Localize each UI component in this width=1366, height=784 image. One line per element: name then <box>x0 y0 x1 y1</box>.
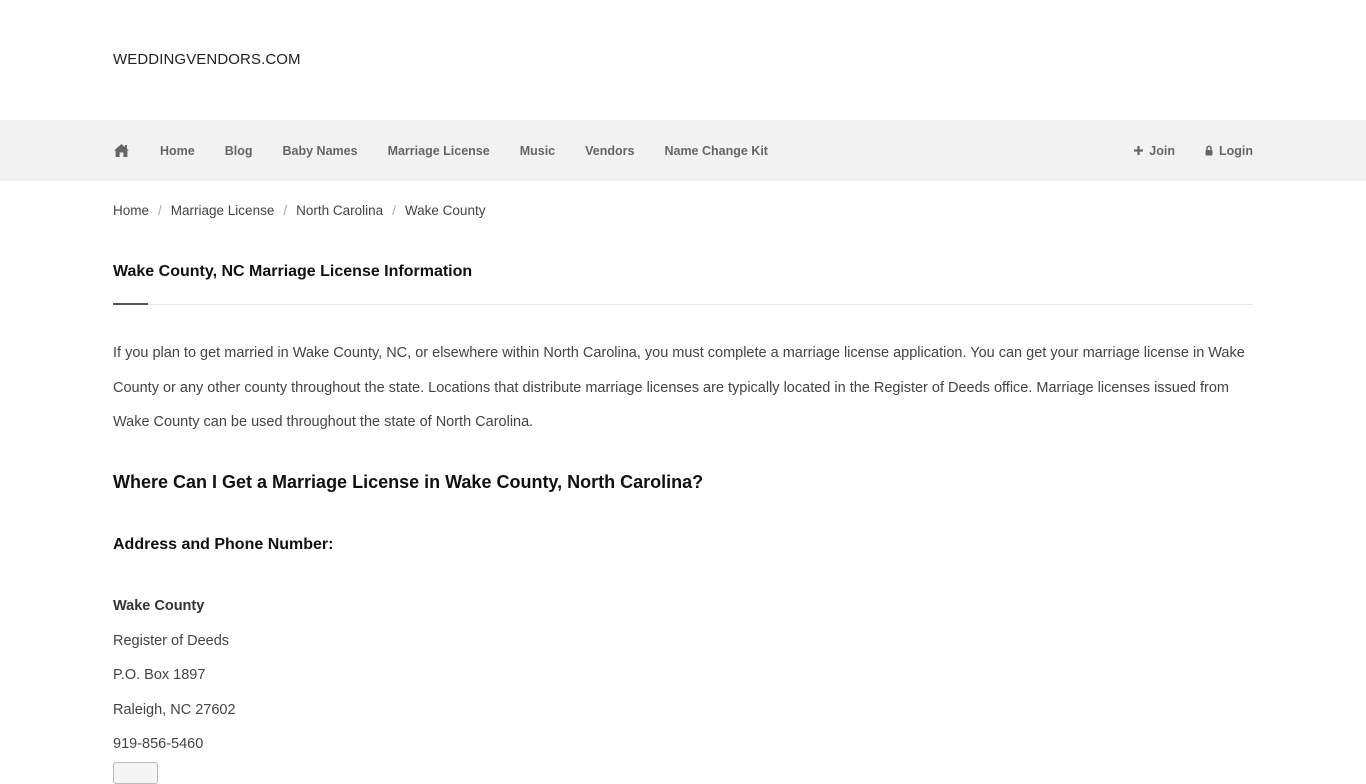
partial-button[interactable] <box>113 762 158 784</box>
home-icon[interactable] <box>113 143 130 158</box>
join-link[interactable]: Join <box>1134 144 1175 158</box>
plus-icon <box>1134 146 1144 155</box>
nav-marriage-license[interactable]: Marriage License <box>388 144 490 158</box>
breadcrumb-separator: / <box>158 203 162 218</box>
address-block: Wake County Register of Deeds P.O. Box 1… <box>113 589 236 762</box>
breadcrumb-marriage-license[interactable]: Marriage License <box>171 203 275 218</box>
login-label: Login <box>1218 143 1253 158</box>
address-office: Register of Deeds <box>113 632 230 649</box>
title-divider <box>113 304 1253 305</box>
address-heading: Address and Phone Number: <box>113 536 334 553</box>
main-navbar: Home Blog Baby Names Marriage License Mu… <box>0 120 1366 181</box>
nav-baby-names[interactable]: Baby Names <box>283 144 358 158</box>
address-phone: 919-856-5460 <box>113 736 204 752</box>
lock-icon <box>1205 145 1213 156</box>
page-title: Wake County, NC Marriage License Informa… <box>113 263 473 280</box>
site-logo[interactable]: WEDDINGVENDORS.COM <box>113 51 301 68</box>
join-label: Join <box>1149 143 1175 158</box>
nav-vendors[interactable]: Vendors <box>585 144 634 158</box>
address-po-box: P.O. Box 1897 <box>113 667 206 683</box>
site-header: WEDDINGVENDORS.COM <box>0 0 1366 120</box>
nav-music[interactable]: Music <box>520 144 555 158</box>
where-heading: Where Can I Get a Marriage License in Wa… <box>113 472 704 492</box>
breadcrumb-separator: / <box>283 203 288 218</box>
nav-left-group: Home Blog Baby Names Marriage License Mu… <box>113 120 798 181</box>
breadcrumb: Home / Marriage License / North Carolina… <box>113 203 485 218</box>
intro-paragraph: If you plan to get married in Wake Count… <box>113 345 1245 430</box>
nav-name-change-kit[interactable]: Name Change Kit <box>664 144 768 158</box>
title-accent-bar <box>113 303 148 305</box>
address-county: Wake County <box>113 598 205 614</box>
login-link[interactable]: Login <box>1205 144 1253 158</box>
breadcrumb-home[interactable]: Home <box>113 203 149 218</box>
address-city: Raleigh, NC 27602 <box>113 701 236 718</box>
navbar-inner: Home Blog Baby Names Marriage License Mu… <box>113 120 1253 181</box>
nav-right-group: Join Login <box>1104 120 1253 181</box>
breadcrumb-north-carolina[interactable]: North Carolina <box>296 203 383 218</box>
breadcrumb-current: Wake County <box>404 203 486 218</box>
nav-home[interactable]: Home <box>160 144 195 158</box>
nav-blog[interactable]: Blog <box>225 144 253 158</box>
breadcrumb-separator: / <box>392 203 396 218</box>
